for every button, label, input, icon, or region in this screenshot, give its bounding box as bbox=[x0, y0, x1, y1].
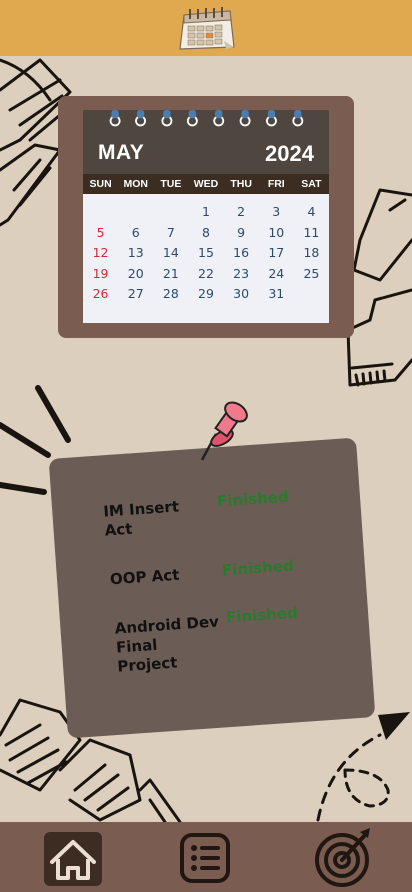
calendar-day[interactable]: 21 bbox=[153, 266, 188, 287]
calendar-day[interactable]: 30 bbox=[224, 286, 259, 307]
calendar-day[interactable]: 8 bbox=[188, 225, 223, 246]
weekday-label: FRI bbox=[267, 178, 285, 190]
calendar-day[interactable]: 2 bbox=[224, 204, 259, 225]
calendar-day[interactable]: 19 bbox=[83, 266, 118, 287]
binder-rings bbox=[109, 110, 304, 127]
calendar-day[interactable]: 23 bbox=[224, 266, 259, 287]
weekday-header: SUN MON TUE WED THU FRI SAT bbox=[83, 174, 329, 194]
task-note bbox=[48, 437, 376, 739]
calendar-day bbox=[153, 204, 188, 225]
calendar-day[interactable]: 5 bbox=[83, 225, 118, 246]
calendar-day[interactable]: 3 bbox=[259, 204, 294, 225]
app-header bbox=[0, 0, 412, 56]
weekday-label: MON bbox=[123, 178, 148, 190]
task-name: Android Dev Final Project bbox=[114, 612, 220, 676]
weekday-label: WED bbox=[193, 178, 219, 190]
calendar-day[interactable]: 20 bbox=[118, 266, 153, 287]
list-icon[interactable] bbox=[178, 832, 232, 884]
calendar-day[interactable]: 25 bbox=[294, 266, 329, 287]
calendar-day[interactable]: 4 bbox=[294, 204, 329, 225]
calendar-day[interactable]: 28 bbox=[153, 286, 188, 307]
calendar-day[interactable]: 15 bbox=[188, 245, 223, 266]
calendar-day[interactable]: 11 bbox=[294, 225, 329, 246]
calendar-day[interactable]: 12 bbox=[83, 245, 118, 266]
calendar-day[interactable]: 26 bbox=[83, 286, 118, 307]
calendar-days: 1 2 3 4 5 6 7 8 9 10 11 12 13 14 15 16 17 18 19 20 21 22 23 24 2… bbox=[83, 204, 329, 307]
calendar-day[interactable]: 16 bbox=[224, 245, 259, 266]
calendar-day[interactable]: 14 bbox=[153, 245, 188, 266]
calendar-year: 2024 bbox=[265, 141, 314, 166]
calendar-day[interactable]: 24 bbox=[259, 266, 294, 287]
home-icon[interactable] bbox=[42, 830, 104, 888]
calendar-day[interactable]: 18 bbox=[294, 245, 329, 266]
weekday-label: SUN bbox=[89, 178, 112, 190]
task-name: IM Insert Act bbox=[102, 497, 180, 540]
calendar-month: MAY bbox=[98, 141, 145, 164]
calendar-day[interactable]: 27 bbox=[118, 286, 153, 307]
calendar-day[interactable]: 7 bbox=[153, 225, 188, 246]
calendar-day[interactable]: 6 bbox=[118, 225, 153, 246]
calendar-day[interactable]: 22 bbox=[188, 266, 223, 287]
calendar-day[interactable]: 10 bbox=[259, 225, 294, 246]
calendar-icon bbox=[179, 7, 235, 50]
calendar-day bbox=[294, 286, 329, 307]
pushpin-icon bbox=[200, 401, 248, 461]
calendar-grid: 1 2 3 4 5 6 7 8 9 10 11 12 13 14 15 16 17 18 19 20 21 22 23 24 2… bbox=[83, 194, 329, 323]
weekday-label: TUE bbox=[160, 178, 182, 190]
calendar-day bbox=[83, 204, 118, 225]
calendar-day[interactable]: 29 bbox=[188, 286, 223, 307]
calendar-day[interactable]: 17 bbox=[259, 245, 294, 266]
bottom-nav bbox=[0, 822, 412, 892]
calendar-day[interactable]: 31 bbox=[259, 286, 294, 307]
calendar-day[interactable]: 13 bbox=[118, 245, 153, 266]
calendar-day bbox=[118, 204, 153, 225]
calendar-day[interactable]: 1 bbox=[188, 204, 223, 225]
target-icon[interactable] bbox=[312, 826, 374, 888]
calendar-day[interactable]: 9 bbox=[224, 225, 259, 246]
weekday-label: THU bbox=[230, 178, 252, 190]
weekday-label: SAT bbox=[301, 178, 322, 190]
